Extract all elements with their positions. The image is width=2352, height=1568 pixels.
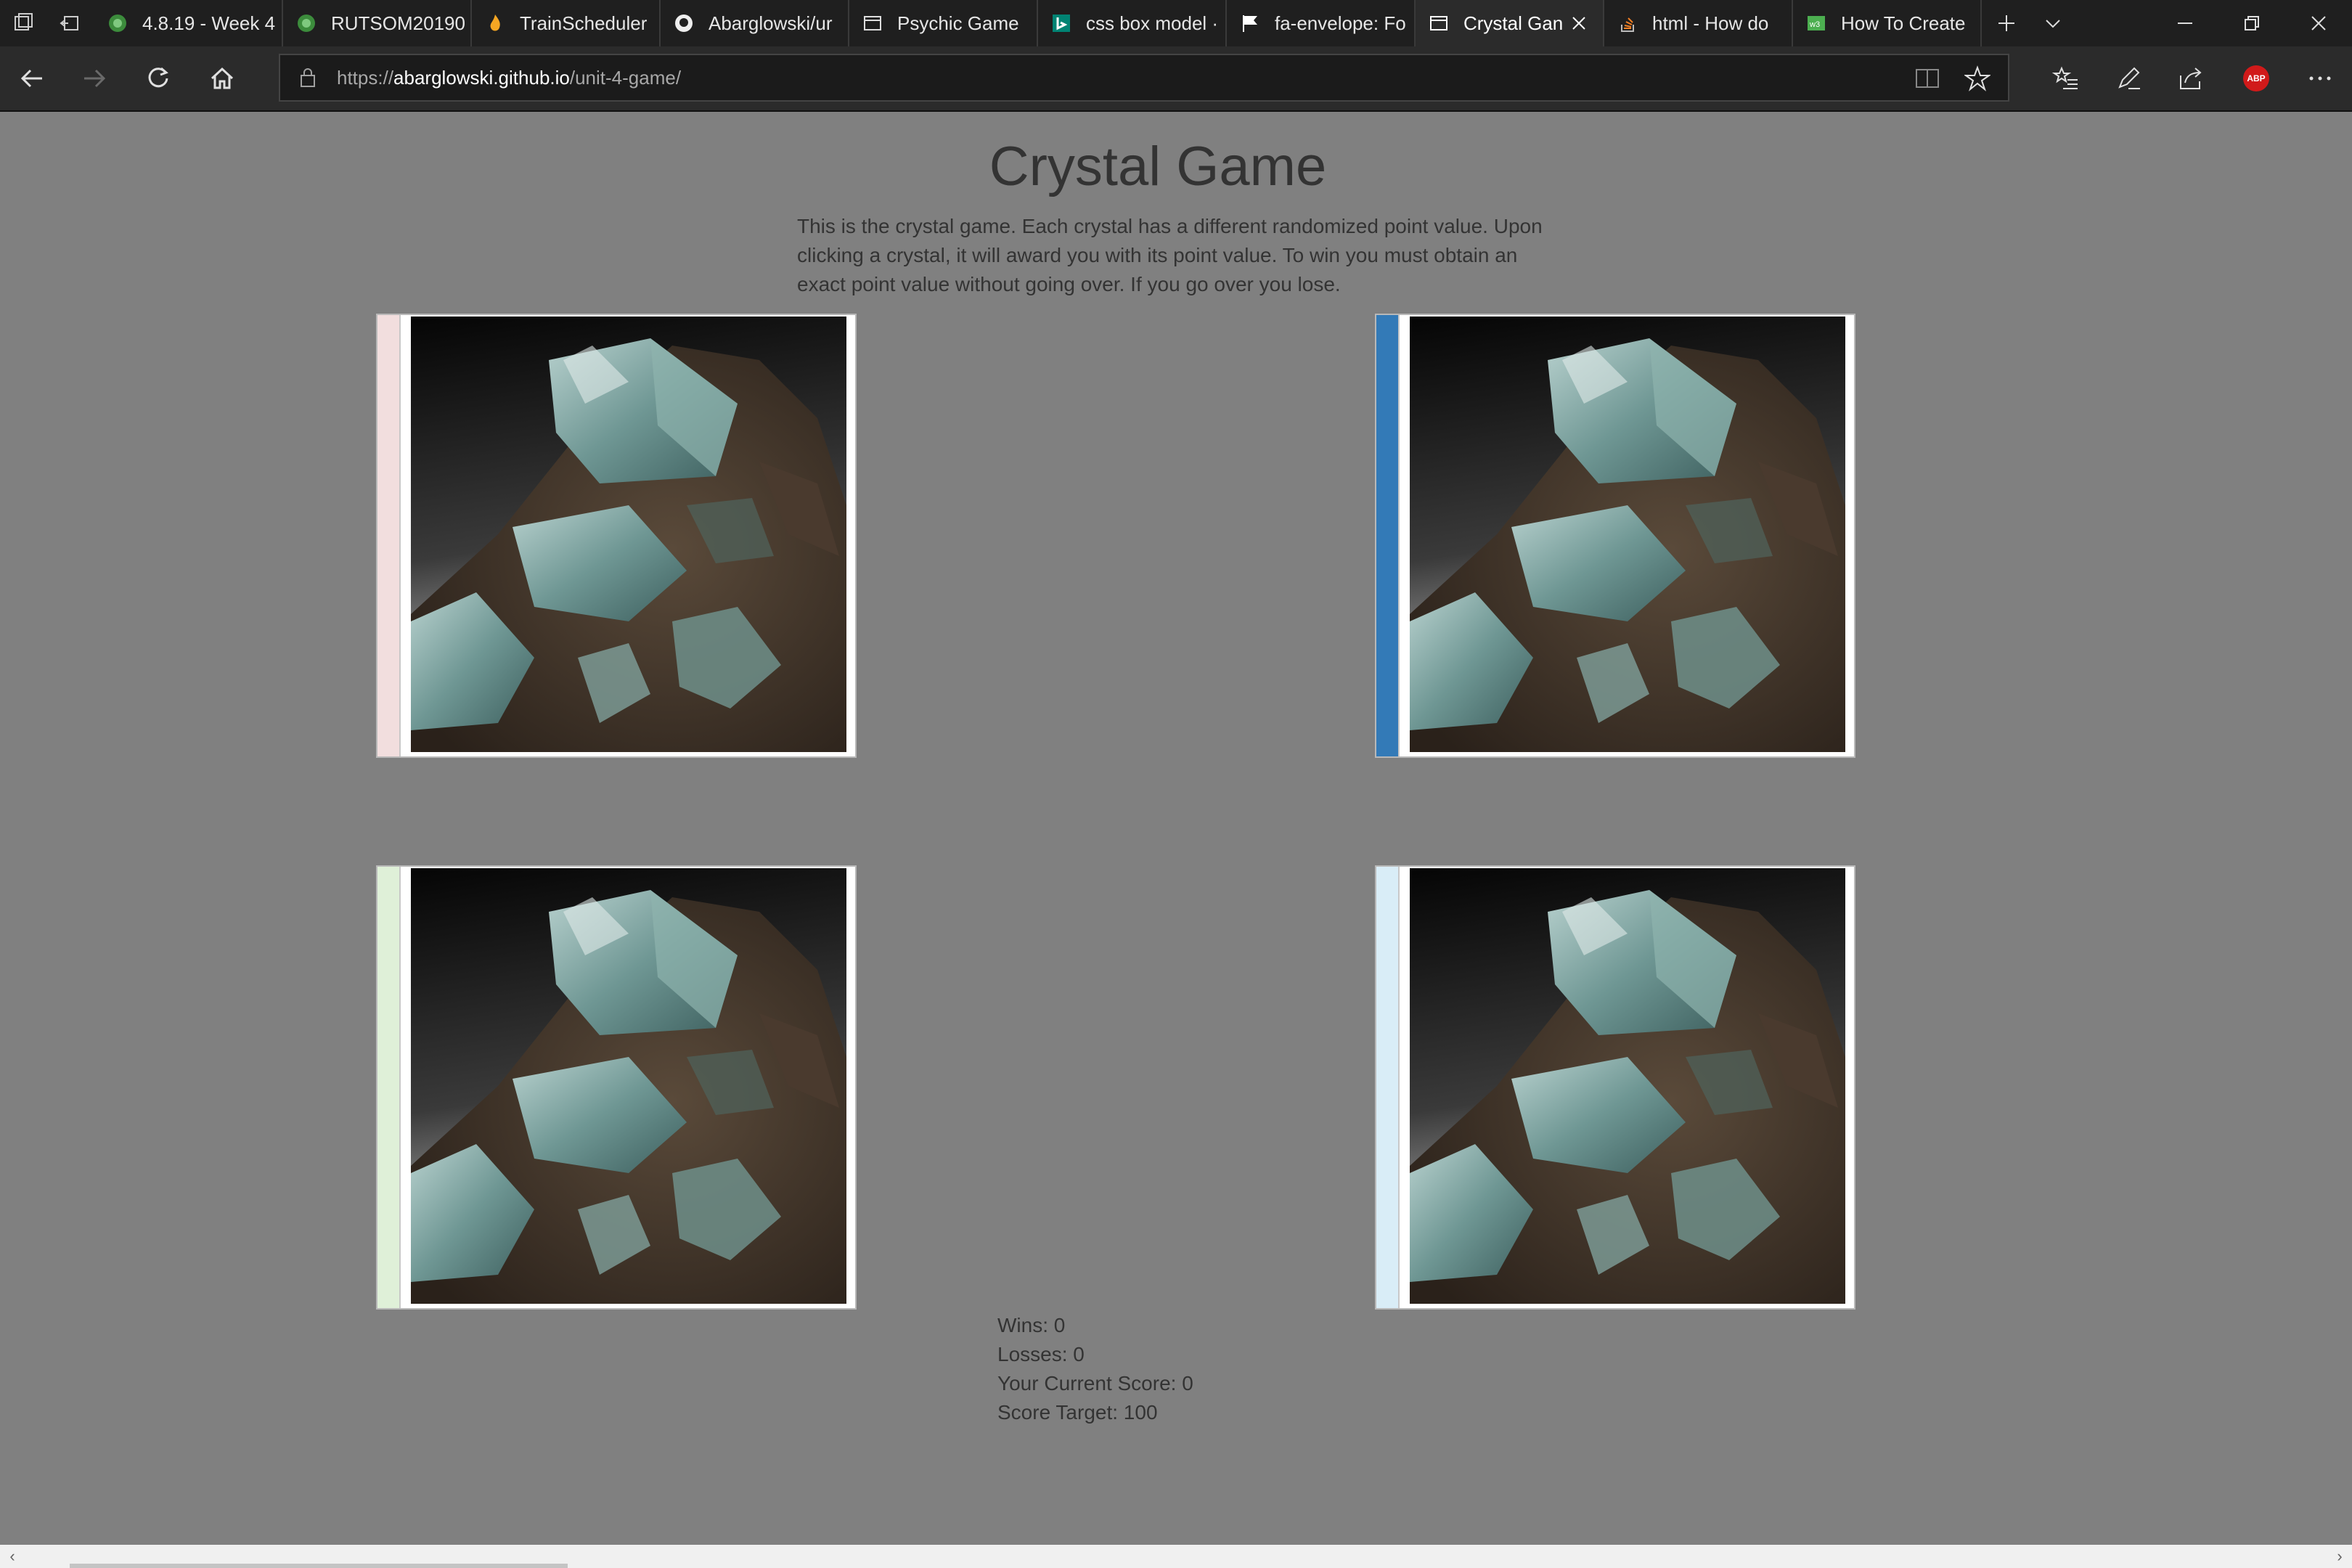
tab-github[interactable]: Abarglowski/ur xyxy=(661,0,849,46)
tab-preview-chevron-icon[interactable] xyxy=(2030,0,2076,46)
tab-label: Crystal Gan xyxy=(1463,12,1564,34)
lock-icon xyxy=(299,67,317,92)
set-aside-tabs-icon[interactable] xyxy=(46,0,93,46)
svg-text:w3: w3 xyxy=(1809,20,1820,29)
current-score: Your Current Score: 0 xyxy=(997,1372,1193,1395)
score-target: Score Target: 100 xyxy=(997,1401,1158,1424)
tab-bar: 4.8.19 - Week 4 RUTSOM20190 TrainSchedul… xyxy=(0,0,2352,46)
stackoverflow-icon xyxy=(1617,13,1638,33)
favorite-star-icon[interactable] xyxy=(1963,65,1992,95)
more-options-icon[interactable] xyxy=(2303,61,2337,96)
wins-counter: Wins: 0 xyxy=(997,1314,1066,1336)
tab-label: html - How do xyxy=(1652,12,1769,34)
page-title: Crystal Game xyxy=(989,136,1327,197)
tab-psychic-game[interactable]: Psychic Game xyxy=(849,0,1038,46)
game-instructions: This is the crystal game. Each crystal h… xyxy=(797,215,1543,295)
tab-how-to-create[interactable]: w3 How To Create xyxy=(1793,0,1982,46)
flame-icon xyxy=(485,13,505,33)
page-icon xyxy=(1429,13,1449,33)
forward-arrow-icon[interactable] xyxy=(77,61,112,96)
close-window-icon[interactable] xyxy=(2285,0,2352,46)
page-icon xyxy=(862,13,883,33)
tab-css-box-model[interactable]: css box model · xyxy=(1038,0,1227,46)
tab-label: 4.8.19 - Week 4 xyxy=(142,12,276,34)
crystal-accent-strip xyxy=(377,867,401,1308)
back-arrow-icon[interactable] xyxy=(15,61,49,96)
crystal-accent-strip xyxy=(1376,315,1400,756)
crystal-button-3[interactable] xyxy=(376,865,857,1310)
scroll-right-arrow-icon[interactable]: › xyxy=(2329,1545,2351,1568)
tab-label: RUTSOM20190 xyxy=(331,12,465,34)
horizontal-scrollbar[interactable]: ‹ › xyxy=(0,1545,2352,1568)
tab-html-how-do[interactable]: html - How do xyxy=(1604,0,1793,46)
tab-fa-envelope[interactable]: fa-envelope: Fo xyxy=(1227,0,1416,46)
crystal-button-2[interactable] xyxy=(1375,314,1855,758)
tab-label: How To Create xyxy=(1841,12,1966,34)
address-bar[interactable]: https://abarglowski.github.io/unit-4-gam… xyxy=(279,54,2009,102)
bing-icon xyxy=(1051,13,1071,33)
favorites-hub-icon[interactable] xyxy=(2049,61,2083,96)
green-circle-icon xyxy=(296,13,317,33)
share-icon[interactable] xyxy=(2173,61,2208,96)
tab-label: css box model · xyxy=(1086,12,1219,34)
scroll-left-arrow-icon[interactable]: ‹ xyxy=(1,1545,23,1568)
crystal-image xyxy=(411,317,846,752)
adblock-extension-icon[interactable]: ABP xyxy=(2239,61,2274,96)
crystal-button-1[interactable] xyxy=(376,314,857,758)
new-tab-icon[interactable] xyxy=(1983,0,2030,46)
tab-label: Psychic Game xyxy=(897,12,1019,34)
url-text[interactable]: https://abarglowski.github.io/unit-4-gam… xyxy=(337,67,681,89)
tab-label: TrainScheduler xyxy=(520,12,648,34)
crystal-image xyxy=(1410,868,1845,1304)
crystal-image xyxy=(411,868,846,1304)
navigation-bar: https://abarglowski.github.io/unit-4-gam… xyxy=(0,46,2352,112)
tab-week4[interactable]: 4.8.19 - Week 4 xyxy=(94,0,283,46)
tab-trainscheduler[interactable]: TrainScheduler xyxy=(472,0,661,46)
tab-label: Abarglowski/ur xyxy=(709,12,833,34)
minimize-icon[interactable] xyxy=(2152,0,2218,46)
home-icon[interactable] xyxy=(205,61,240,96)
green-circle-icon xyxy=(107,13,128,33)
tab-rutsom[interactable]: RUTSOM20190 xyxy=(283,0,472,46)
tab-label: fa-envelope: Fo xyxy=(1275,12,1406,34)
crystal-button-4[interactable] xyxy=(1375,865,1855,1310)
flag-icon xyxy=(1240,13,1260,33)
crystal-image xyxy=(1410,317,1845,752)
pen-notes-icon[interactable] xyxy=(2111,61,2146,96)
tab-crystal-game[interactable]: Crystal Gan xyxy=(1416,0,1604,46)
w3-icon: w3 xyxy=(1806,13,1826,33)
crystal-accent-strip xyxy=(377,315,401,756)
close-tab-icon[interactable] xyxy=(1568,12,1590,34)
score-panel: Wins: 0 Losses: 0 Your Current Score: 0 … xyxy=(997,1311,1193,1427)
reading-view-icon[interactable] xyxy=(1915,67,1940,94)
tab-actions-icon[interactable] xyxy=(0,0,46,46)
losses-counter: Losses: 0 xyxy=(997,1343,1085,1365)
refresh-icon[interactable] xyxy=(141,61,176,96)
crystal-accent-strip xyxy=(1376,867,1400,1308)
github-icon xyxy=(674,13,694,33)
restore-icon[interactable] xyxy=(2218,0,2285,46)
scrollbar-thumb[interactable] xyxy=(70,1564,568,1568)
